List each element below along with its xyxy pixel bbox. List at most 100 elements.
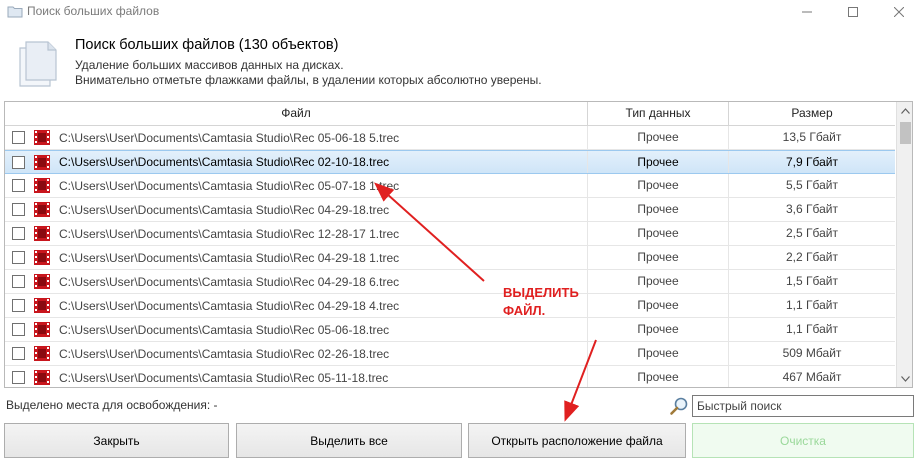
table-row[interactable]: C:\Users\User\Documents\Camtasia Studio\… [5,318,895,342]
type-cell: Прочее [588,294,729,317]
maximize-button[interactable] [830,0,876,24]
file-path: C:\Users\User\Documents\Camtasia Studio\… [59,370,389,385]
row-checkbox[interactable] [12,179,25,192]
table-row[interactable]: C:\Users\User\Documents\Camtasia Studio\… [5,270,895,294]
maximize-icon [848,7,858,17]
chevron-down-icon [901,375,910,382]
row-checkbox[interactable] [12,347,25,360]
size-cell: 2,2 Гбайт [786,250,838,264]
row-checkbox[interactable] [12,323,25,336]
file-path: C:\Users\User\Documents\Camtasia Studio\… [59,202,390,217]
open-file-location-button[interactable]: Открыть расположение файла [468,423,686,458]
page-subtitle: Удаление больших массивов данных на диск… [75,58,344,72]
window-title: Поиск больших файлов [27,4,160,18]
type-cell: Прочее [588,151,729,173]
size-cell: 467 Мбайт [782,370,842,384]
file-cell: C:\Users\User\Documents\Camtasia Studio\… [5,294,588,317]
file-cell: C:\Users\User\Documents\Camtasia Studio\… [5,174,588,197]
files-table: Файл Тип данных Размер C:\Users\User\Doc… [4,101,913,388]
video-file-icon [34,202,50,217]
size-cell: 2,5 Гбайт [786,226,838,240]
file-cell: C:\Users\User\Documents\Camtasia Studio\… [5,198,588,221]
file-path: C:\Users\User\Documents\Camtasia Studio\… [59,298,400,313]
clean-button[interactable]: Очистка [692,423,914,458]
row-checkbox[interactable] [12,251,25,264]
scroll-down-button[interactable] [897,370,912,387]
file-cell: C:\Users\User\Documents\Camtasia Studio\… [5,318,588,341]
row-checkbox[interactable] [12,203,25,216]
folder-icon [7,6,23,18]
type-cell: Прочее [588,318,729,341]
table-row[interactable]: C:\Users\User\Documents\Camtasia Studio\… [5,294,895,318]
table-row[interactable]: C:\Users\User\Documents\Camtasia Studio\… [5,222,895,246]
chevron-up-icon [901,107,910,114]
file-path: C:\Users\User\Documents\Camtasia Studio\… [59,322,390,337]
table-row[interactable]: C:\Users\User\Documents\Camtasia Studio\… [5,150,895,174]
size-cell: 13,5 Гбайт [782,130,842,144]
scroll-thumb[interactable] [900,122,911,144]
size-cell: 1,5 Гбайт [786,274,838,288]
column-header-type[interactable]: Тип данных [588,102,729,125]
page-hint: Внимательно отметьте флажками файлы, в у… [75,73,542,87]
minimize-icon [802,11,812,13]
file-cell: C:\Users\User\Documents\Camtasia Studio\… [5,246,588,269]
video-file-icon [34,346,50,361]
file-path: C:\Users\User\Documents\Camtasia Studio\… [59,226,400,241]
title-bar: Поиск больших файлов [0,0,922,24]
type-cell: Прочее [588,246,729,269]
table-row[interactable]: C:\Users\User\Documents\Camtasia Studio\… [5,246,895,270]
video-file-icon [34,178,50,193]
annotation-line-2: ФАЙЛ. [503,303,546,318]
file-cell: C:\Users\User\Documents\Camtasia Studio\… [5,151,588,173]
video-file-icon [34,130,50,145]
row-checkbox[interactable] [12,371,25,384]
row-checkbox[interactable] [12,131,25,144]
type-cell: Прочее [588,222,729,245]
magnifier-icon [670,397,688,415]
file-cell: C:\Users\User\Documents\Camtasia Studio\… [5,222,588,245]
file-cell: C:\Users\User\Documents\Camtasia Studio\… [5,270,588,293]
close-window-button[interactable] [876,0,922,24]
size-cell: 7,9 Гбайт [786,155,838,169]
vertical-scrollbar[interactable] [896,102,912,387]
video-file-icon [34,155,50,170]
size-cell: 3,6 Гбайт [786,202,838,216]
quick-search-input[interactable]: Быстрый поиск [692,395,914,417]
type-cell: Прочее [588,270,729,293]
video-file-icon [34,322,50,337]
row-checkbox[interactable] [12,155,25,169]
file-cell: C:\Users\User\Documents\Camtasia Studio\… [5,342,588,365]
table-row[interactable]: C:\Users\User\Documents\Camtasia Studio\… [5,342,895,366]
select-all-button[interactable]: Выделить все [236,423,462,458]
file-cell: C:\Users\User\Documents\Camtasia Studio\… [5,366,588,387]
row-checkbox[interactable] [12,227,25,240]
video-file-icon [34,370,50,385]
freed-space-label: Выделено места для освобождения: - [6,398,218,412]
type-cell: Прочее [588,342,729,365]
type-cell: Прочее [588,366,729,387]
table-row[interactable]: C:\Users\User\Documents\Camtasia Studio\… [5,198,895,222]
minimize-button[interactable] [784,0,830,24]
annotation-line-1: ВЫДЕЛИТЬ [503,285,579,300]
video-file-icon [34,298,50,313]
annotation-text: ВЫДЕЛИТЬ ФАЙЛ. [503,284,579,320]
table-row[interactable]: C:\Users\User\Documents\Camtasia Studio\… [5,174,895,198]
file-path: C:\Users\User\Documents\Camtasia Studio\… [59,155,390,169]
column-header-file[interactable]: Файл [5,102,588,125]
row-checkbox[interactable] [12,299,25,312]
row-checkbox[interactable] [12,275,25,288]
scroll-up-button[interactable] [897,102,912,119]
size-cell: 1,1 Гбайт [786,298,838,312]
close-button[interactable]: Закрыть [4,423,229,458]
file-path: C:\Users\User\Documents\Camtasia Studio\… [59,274,400,289]
file-path: C:\Users\User\Documents\Camtasia Studio\… [59,250,400,265]
type-cell: Прочее [588,198,729,221]
column-header-size[interactable]: Размер [729,102,895,125]
video-file-icon [34,226,50,241]
table-row[interactable]: C:\Users\User\Documents\Camtasia Studio\… [5,366,895,387]
table-row[interactable]: C:\Users\User\Documents\Camtasia Studio\… [5,126,895,150]
page-title: Поиск больших файлов (130 объектов) [75,37,339,53]
documents-icon [19,41,57,87]
size-cell: 5,5 Гбайт [786,178,838,192]
table-body: C:\Users\User\Documents\Camtasia Studio\… [5,126,895,387]
